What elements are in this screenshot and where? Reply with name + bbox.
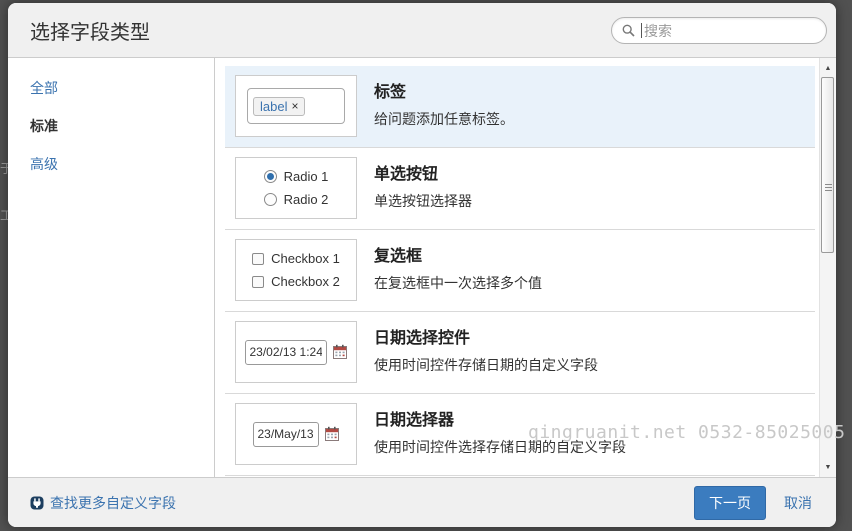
- dialog-footer: 查找更多自定义字段 下一页 取消: [8, 477, 836, 527]
- field-type-row-date-picker[interactable]: 日期选择器 使用时间控件选择存储日期的自定义字段: [225, 394, 815, 476]
- field-type-title: 单选按钮: [374, 166, 439, 183]
- search-box: [611, 17, 827, 44]
- radio-option-label: Radio 2: [283, 192, 329, 207]
- date-value-preview: [252, 421, 319, 447]
- datetime-value-preview: [244, 339, 327, 365]
- checkbox-icon: [252, 252, 265, 265]
- calendar-icon: [324, 426, 339, 441]
- radio-option: Radio 1: [263, 169, 329, 184]
- labels-preview: label ×: [235, 75, 357, 137]
- radio-preview: Radio 1 Radio 2: [235, 157, 357, 219]
- field-type-title: 日期选择器: [374, 412, 455, 429]
- field-type-row-datetime-picker[interactable]: 日期选择控件 使用时间控件存储日期的自定义字段: [225, 312, 815, 394]
- marketplace-icon: [30, 496, 44, 509]
- radio-checked-icon: [263, 170, 277, 183]
- dialog-title: 选择字段类型: [30, 21, 150, 44]
- checkbox-option-label: Checkbox 2: [271, 274, 340, 289]
- find-more-custom-fields-label: 查找更多自定义字段: [50, 494, 176, 511]
- list-scrollbar: ▲ ▼: [819, 58, 836, 477]
- field-type-row-checkboxes[interactable]: Checkbox 1 Checkbox 2 复选框 在复选框中一次选择多个值: [225, 230, 815, 312]
- label-text: label: [260, 98, 288, 114]
- field-type-title: 标签: [374, 84, 407, 101]
- radio-option: Radio 2: [263, 192, 329, 207]
- date-preview: [235, 403, 357, 465]
- checkbox-preview: Checkbox 1 Checkbox 2: [235, 239, 357, 301]
- checkbox-option: Checkbox 1: [252, 251, 340, 266]
- search-icon: [622, 24, 635, 37]
- label-lozenge: label ×: [253, 96, 306, 116]
- scrollbar-thumb[interactable]: [821, 77, 834, 253]
- dialog-header: 选择字段类型: [8, 3, 836, 58]
- next-page-button[interactable]: 下一页: [694, 485, 766, 520]
- scroll-up-icon[interactable]: ▲: [820, 60, 836, 76]
- cancel-link[interactable]: 取消: [784, 493, 812, 513]
- scroll-down-icon[interactable]: ▼: [820, 459, 836, 475]
- field-type-description: 在复选框中一次选择多个值: [374, 275, 542, 291]
- checkbox-option-label: Checkbox 1: [271, 251, 340, 266]
- labels-input-preview: label ×: [247, 88, 345, 124]
- field-type-description: 单选按钮选择器: [374, 193, 472, 209]
- sidebar-item-advanced[interactable]: 高级: [30, 154, 214, 174]
- field-type-title: 复选框: [374, 248, 423, 265]
- dialog-body: 全部 标准 高级 label × 标签 给问题添加任意标签。 Radio 1 R…: [8, 58, 836, 477]
- field-type-description: 使用时间控件选择存储日期的自定义字段: [374, 439, 626, 455]
- field-type-row-labels[interactable]: label × 标签 给问题添加任意标签。: [225, 66, 815, 148]
- calendar-icon: [332, 344, 347, 359]
- search-input[interactable]: [642, 22, 816, 39]
- field-type-list: label × 标签 给问题添加任意标签。 Radio 1 Radio 2 单选…: [215, 58, 819, 477]
- scrollbar-grip: [825, 184, 832, 191]
- field-type-title: 日期选择控件: [374, 330, 471, 347]
- datetime-preview: [235, 321, 357, 383]
- field-type-row-radio-buttons[interactable]: Radio 1 Radio 2 单选按钮 单选按钮选择器: [225, 148, 815, 230]
- remove-label-icon: ×: [291, 99, 299, 113]
- sidebar-item-all[interactable]: 全部: [30, 78, 214, 98]
- checkbox-icon: [252, 275, 265, 288]
- radio-unchecked-icon: [263, 193, 277, 206]
- select-field-type-dialog: 选择字段类型 全部 标准 高级 label ×: [8, 3, 836, 527]
- radio-option-label: Radio 1: [283, 169, 329, 184]
- category-sidebar: 全部 标准 高级: [8, 58, 215, 477]
- sidebar-item-standard[interactable]: 标准: [30, 116, 214, 136]
- checkbox-option: Checkbox 2: [252, 274, 340, 289]
- field-type-description: 使用时间控件存储日期的自定义字段: [374, 357, 598, 373]
- find-more-custom-fields-link[interactable]: 查找更多自定义字段: [30, 493, 176, 513]
- field-type-description: 给问题添加任意标签。: [374, 111, 514, 127]
